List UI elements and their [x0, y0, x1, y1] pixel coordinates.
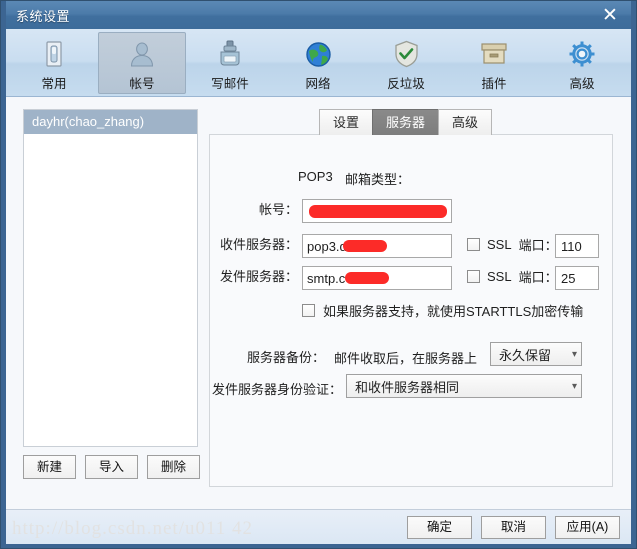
mail-type-value: POP3: [298, 169, 333, 184]
account-row-label-wrap: 帐号：: [210, 199, 298, 218]
apply-button[interactable]: 应用(A): [555, 516, 620, 539]
toolbar-item-label: 反垃圾: [387, 77, 425, 91]
new-account-button[interactable]: 新建: [23, 455, 76, 479]
dialog-footer: http://blog.csdn.net/u011 42 确定 取消 应用(A): [6, 509, 631, 544]
toolbar-item-label: 常用: [41, 77, 67, 91]
starttls-row: 如果服务器支持，就使用STARTTLS加密传输: [302, 301, 583, 320]
settings-toolbar: 常用 帐号 写邮件 网络 反垃圾 插件 高级: [6, 29, 631, 97]
general-icon: [41, 38, 67, 70]
mail-type-value-wrap: POP3: [298, 169, 333, 184]
tab-server[interactable]: 服务器: [372, 109, 440, 135]
smtp-auth-select[interactable]: 和收件服务器相同 ▾: [346, 374, 582, 398]
server-form: 邮箱类型： POP3 帐号： 收件服务器： pop3.d com SSL 端口：…: [210, 135, 612, 398]
chevron-down-icon: ▾: [571, 348, 577, 360]
outgoing-row-label-wrap: 发件服务器：: [210, 266, 298, 285]
client-area: 常用 帐号 写邮件 网络 反垃圾 插件 高级 dayhr(chao_zhang)…: [6, 29, 631, 544]
dialog-action-buttons: 确定 取消 应用(A): [407, 516, 620, 539]
redaction-mark: [309, 205, 447, 218]
incoming-ssl-row: SSL 端口：: [467, 235, 558, 254]
incoming-server-input[interactable]: pop3.d com: [302, 234, 452, 258]
backup-row-label-wrap: 服务器备份：: [210, 347, 325, 366]
outgoing-ssl-checkbox[interactable]: [467, 270, 480, 283]
delete-account-button[interactable]: 删除: [147, 455, 200, 479]
settings-body: dayhr(chao_zhang) 新建 导入 删除 设置 服务器 高级 邮箱类…: [6, 97, 631, 509]
toolbar-item-label: 帐号: [129, 77, 155, 91]
account-icon: [128, 38, 156, 70]
import-account-button[interactable]: 导入: [85, 455, 138, 479]
server-backup-value: 永久保留: [499, 347, 552, 363]
toolbar-item-advanced[interactable]: 高级: [538, 32, 626, 94]
account-input[interactable]: [302, 199, 452, 223]
outgoing-ssl-row: SSL 端口：: [467, 267, 558, 286]
outgoing-server-label: 发件服务器：: [219, 269, 298, 284]
toolbar-item-label: 插件: [481, 77, 507, 91]
starttls-checkbox[interactable]: [302, 304, 315, 317]
smtp-auth-label: 发件服务器身份验证：: [211, 382, 342, 397]
backup-prefix-wrap: 邮件收取后，在服务器上: [334, 348, 477, 367]
auth-row-label-wrap: 发件服务器身份验证：: [210, 379, 342, 398]
server-backup-label: 服务器备份：: [246, 350, 325, 365]
incoming-port-label: 端口：: [518, 238, 558, 253]
outgoing-port-input[interactable]: 25: [555, 266, 599, 290]
antispam-icon: [394, 38, 419, 70]
account-settings-panel: 设置 服务器 高级 邮箱类型： POP3 帐号： 收件服务器： pop3.d c…: [209, 109, 613, 487]
mail-type-label: 邮箱类型：: [344, 172, 410, 187]
network-icon: [305, 38, 332, 70]
toolbar-item-label: 写邮件: [211, 77, 249, 91]
incoming-port-input[interactable]: 110: [555, 234, 599, 258]
toolbar-item-plugin[interactable]: 插件: [450, 32, 538, 94]
server-backup-prefix: 邮件收取后，在服务器上: [334, 351, 478, 366]
outgoing-server-input[interactable]: smtp.c com: [302, 266, 452, 290]
incoming-ssl-label: SSL: [487, 237, 512, 252]
advanced-icon: [568, 38, 596, 70]
toolbar-item-network[interactable]: 网络: [274, 32, 362, 94]
chevron-down-icon: ▾: [571, 380, 577, 392]
tab-advanced[interactable]: 高级: [438, 109, 493, 135]
account-list[interactable]: dayhr(chao_zhang): [23, 109, 198, 447]
close-icon[interactable]: ✕: [597, 4, 623, 26]
title-bar: 系统设置 ✕: [6, 1, 631, 29]
incoming-server-label: 收件服务器：: [219, 237, 298, 252]
cancel-button[interactable]: 取消: [481, 516, 546, 539]
server-backup-select[interactable]: 永久保留 ▾: [490, 342, 582, 366]
toolbar-item-general[interactable]: 常用: [10, 32, 98, 94]
account-label: 帐号：: [258, 202, 298, 217]
incoming-port-value: 110: [561, 238, 582, 254]
compose-icon: [217, 38, 243, 70]
toolbar-item-account[interactable]: 帐号: [98, 32, 186, 94]
ok-button[interactable]: 确定: [407, 516, 472, 539]
outgoing-port-value: 25: [561, 270, 576, 286]
tab-panel-server: 邮箱类型： POP3 帐号： 收件服务器： pop3.d com SSL 端口：…: [209, 134, 613, 487]
window-title: 系统设置: [16, 8, 71, 24]
outgoing-ssl-label: SSL: [487, 269, 512, 284]
incoming-row-label-wrap: 收件服务器：: [210, 234, 298, 253]
plugin-icon: [480, 38, 508, 70]
toolbar-item-label: 网络: [305, 77, 331, 91]
outgoing-port-label: 端口：: [518, 270, 558, 285]
toolbar-item-label: 高级: [569, 77, 595, 91]
settings-window: 系统设置 ✕ 常用 帐号 写邮件 网络 反垃圾 插件 高级 dayhr(chao…: [0, 0, 637, 549]
toolbar-item-antispam[interactable]: 反垃圾: [362, 32, 450, 94]
tab-strip: 设置 服务器 高级: [319, 109, 493, 135]
starttls-label: 如果服务器支持，就使用STARTTLS加密传输: [323, 304, 584, 319]
list-item[interactable]: dayhr(chao_zhang): [24, 110, 197, 134]
account-action-buttons: 新建 导入 删除: [23, 455, 200, 479]
redaction-mark: [345, 272, 389, 284]
smtp-auth-value: 和收件服务器相同: [355, 379, 460, 395]
incoming-ssl-checkbox[interactable]: [467, 238, 480, 251]
tab-settings[interactable]: 设置: [319, 109, 374, 135]
toolbar-item-compose[interactable]: 写邮件: [186, 32, 274, 94]
redaction-mark: [343, 240, 387, 252]
